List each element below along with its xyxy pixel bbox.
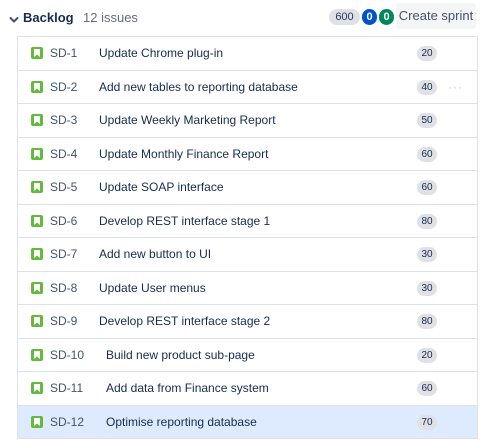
issue-key[interactable]: SD-10 [50,348,84,362]
story-points-badge: 30 [417,247,437,262]
issue-count: 12 issues [83,10,138,25]
story-icon [31,181,43,193]
issue-summary: Develop REST interface stage 1 [99,213,271,228]
issue-summary: Update SOAP interface [99,180,224,194]
issue-key[interactable]: SD-2 [50,80,77,94]
story-points-badge: 80 [417,213,437,229]
issue-key[interactable]: SD-9 [50,314,77,328]
backlog-title: Backlog [23,10,74,25]
story-points-badge: 60 [417,180,437,195]
issue-key[interactable]: SD-11 [50,381,83,395]
story-points-badge: 70 [417,414,437,430]
more-actions-icon[interactable]: ··· [448,80,463,94]
total-points-badge: 600 [329,9,360,25]
story-icon [31,415,43,428]
story-points-badge: 80 [417,314,437,329]
story-icon [31,80,43,93]
issue-summary: Update Chrome plug-in [99,46,224,60]
issue-summary: Add new button to UI [99,247,212,261]
issue-row[interactable]: SD-4 Update Monthly Finance Report 60 [18,137,477,171]
story-icon [31,315,43,327]
issue-key[interactable]: SD-5 [50,180,77,194]
story-points-badge: 50 [417,113,437,128]
issue-row[interactable]: SD-10 Build new product sub-page 20 [18,338,477,372]
issue-summary: Add new tables to reporting database [99,79,298,94]
issue-row[interactable]: SD-2 Add new tables to reporting database… [18,70,477,104]
story-points-badge: 60 [417,146,437,162]
story-points-badge: 40 [417,79,437,95]
issue-row[interactable]: SD-3 Update Weekly Marketing Report 50 [18,104,477,138]
issue-row[interactable]: SD-12 Optimise reporting database 70 [18,405,477,439]
issue-key[interactable]: SD-1 [50,46,77,60]
story-icon [31,382,43,394]
issue-row[interactable]: SD-5 Update SOAP interface 60 [18,171,477,205]
story-points-badge: 20 [417,46,437,61]
story-icon [31,348,43,361]
issue-summary: Update Weekly Marketing Report [99,113,276,127]
create-sprint-button[interactable]: Create sprint [396,3,476,29]
issue-row[interactable]: SD-8 Update User menus 30 [18,271,477,305]
issue-list: SD-1 Update Chrome plug-in 20 SD-2 Add new t… [17,36,478,439]
issue-summary: Add data from Finance system [106,381,269,395]
story-points-badge: 60 [417,381,437,396]
issue-key[interactable]: SD-3 [50,113,77,127]
issue-row[interactable]: SD-9 Develop REST interface stage 2 80 [18,305,477,339]
issue-row[interactable]: SD-1 Update Chrome plug-in 20 [18,37,477,71]
story-points-badge: 30 [417,280,437,296]
issue-summary: Update Monthly Finance Report [99,146,269,161]
story-icon [31,47,43,59]
chevron-down-icon[interactable] [9,12,19,23]
issue-key[interactable]: SD-12 [50,415,84,429]
story-icon [31,147,43,160]
issue-summary: Build new product sub-page [106,347,255,362]
issue-summary: Develop REST interface stage 2 [99,314,271,328]
story-icon [31,248,43,260]
backlog-header: Backlog 12 issues 600 0 0 Create sprint [0,0,486,34]
issue-key[interactable]: SD-7 [50,247,77,261]
issue-summary: Update User menus [99,280,206,295]
story-icon [31,281,43,294]
story-icon [31,114,43,126]
in-progress-points-badge: 0 [362,9,377,25]
story-icon [31,214,43,227]
issue-key[interactable]: SD-4 [50,147,77,161]
issue-row[interactable]: SD-7 Add new button to UI 30 [18,238,477,272]
issue-key[interactable]: SD-8 [50,281,77,295]
issue-row[interactable]: SD-11 Add data from Finance system 60 [18,372,477,406]
done-points-badge: 0 [379,9,394,25]
issue-row[interactable]: SD-6 Develop REST interface stage 1 80 [18,204,477,238]
issue-summary: Optimise reporting database [106,414,257,429]
story-points-badge: 20 [417,347,437,363]
issue-key[interactable]: SD-6 [50,214,77,228]
